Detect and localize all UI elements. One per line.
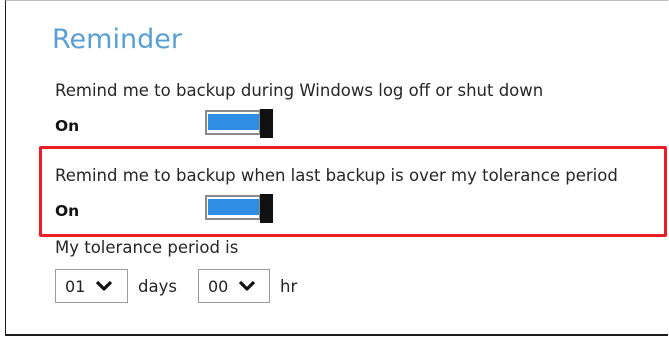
- hours-select-value: 00: [208, 276, 229, 296]
- section-title: Reminder: [52, 24, 182, 55]
- hours-unit-label: hr: [280, 277, 298, 296]
- toggle-knob: [260, 109, 273, 138]
- hours-select[interactable]: 00: [198, 269, 270, 303]
- toggle-fill: [208, 199, 259, 215]
- toggle-knob: [260, 194, 273, 223]
- highlight-box: [39, 146, 667, 237]
- tolerance-reminder-label: Remind me to backup when last backup is …: [55, 166, 618, 185]
- tolerance-period-label: My tolerance period is: [55, 238, 239, 257]
- logoff-reminder-label: Remind me to backup during Windows log o…: [55, 81, 544, 100]
- toggle-fill: [208, 114, 259, 130]
- chevron-down-icon: [95, 280, 113, 291]
- tolerance-reminder-state: On: [55, 202, 80, 220]
- logoff-reminder-toggle[interactable]: [205, 109, 273, 139]
- days-unit-label: days: [138, 277, 177, 296]
- days-select-value: 01: [65, 276, 86, 296]
- logoff-reminder-state: On: [55, 117, 80, 135]
- days-select[interactable]: 01: [55, 269, 128, 303]
- tolerance-reminder-toggle[interactable]: [205, 194, 273, 224]
- chevron-down-icon: [238, 280, 256, 291]
